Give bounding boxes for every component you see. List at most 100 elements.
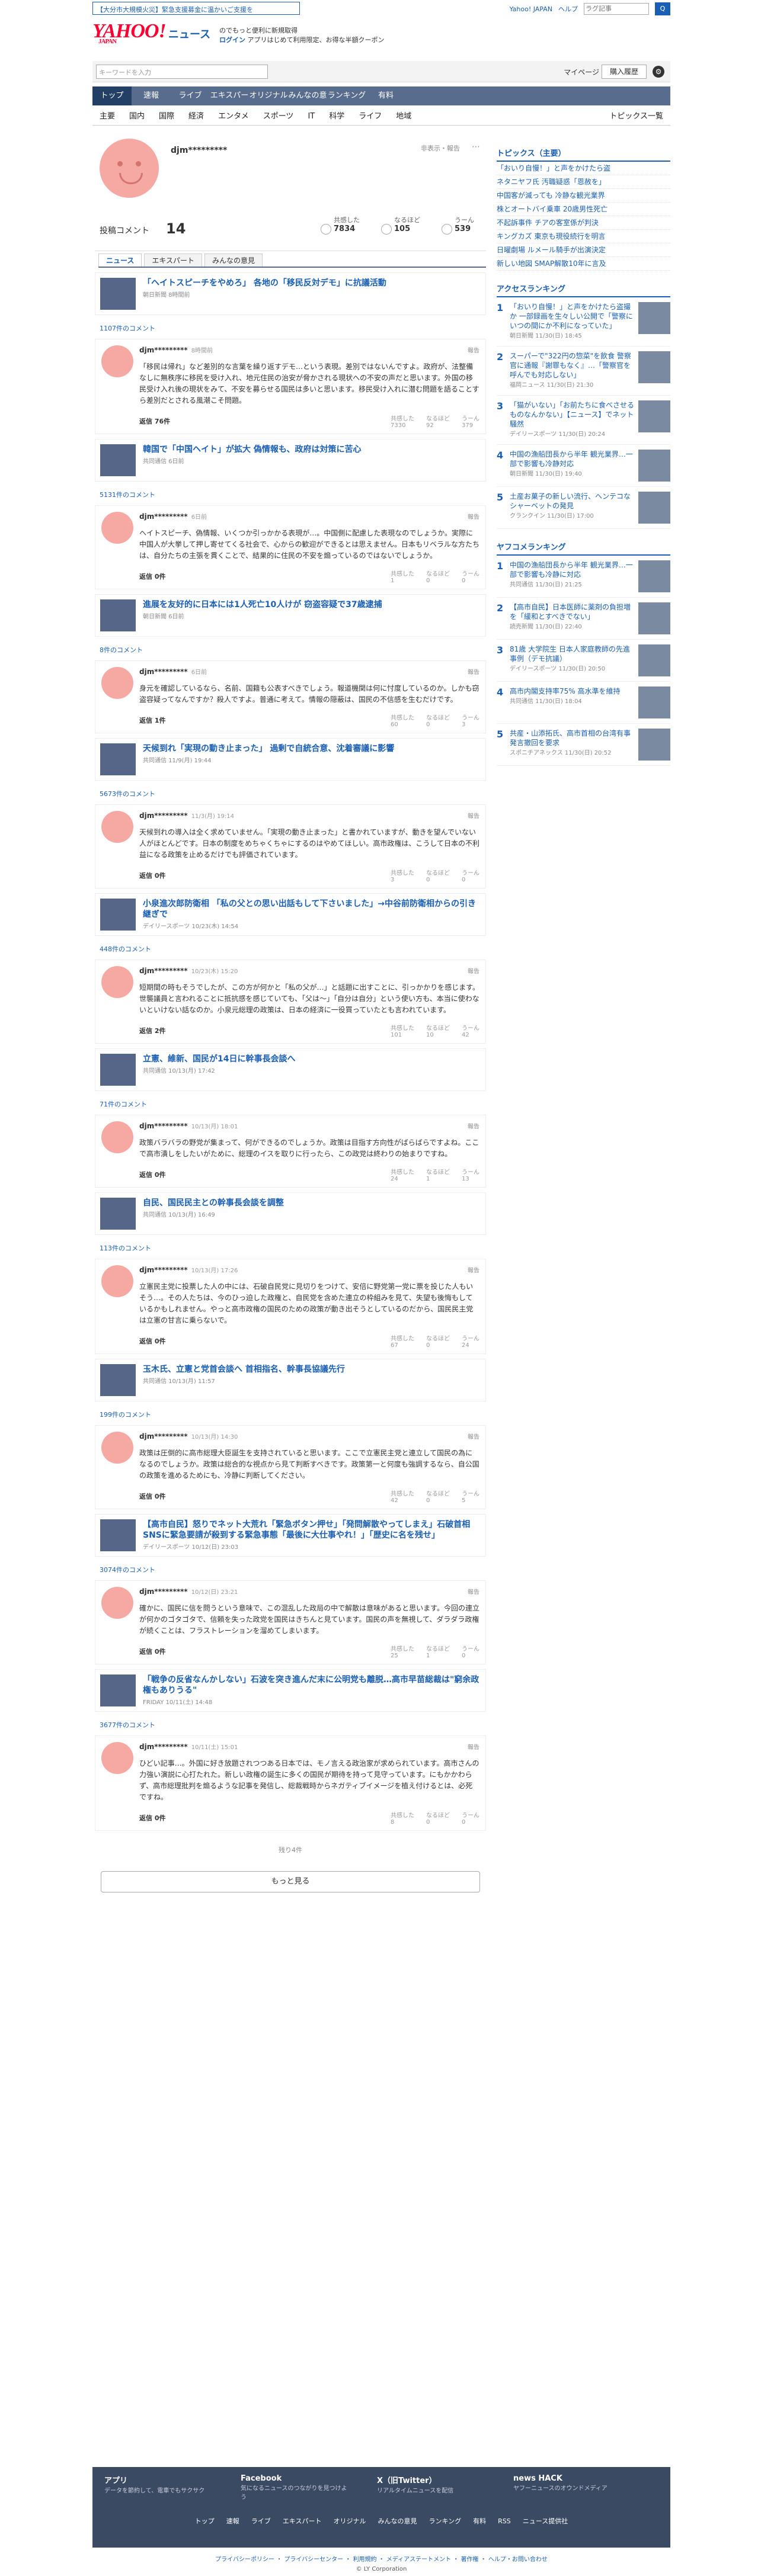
rank-headline[interactable]: 高市内閣支持率75% 高水準を維持 (510, 687, 621, 695)
report-link[interactable]: 報告 (468, 1587, 479, 1596)
topic-item[interactable]: 「おいり自慢！」と声をかけたら盗 (497, 162, 670, 175)
gnav-tab[interactable]: 有料 (366, 86, 405, 105)
gnav-tab[interactable]: ライブ (171, 86, 210, 105)
footer-link[interactable]: ライブ (251, 2517, 271, 2525)
article-thumbnail[interactable] (100, 444, 136, 476)
reply-button[interactable]: 返信 0件 (139, 871, 165, 880)
footer-facebook[interactable]: Facebook 気になるニュースのつながりを見つけよう (241, 2474, 347, 2501)
more-icon[interactable]: ⋯ (472, 142, 480, 152)
hmm-button[interactable]: うーん 0 (462, 1644, 479, 1659)
rank-title[interactable]: スーパーで"322円の惣菜"を飲食 警察官に通報『謝罪もなく』…「警察官を呼んで… (510, 351, 635, 390)
login-link[interactable]: ログイン (219, 36, 245, 44)
article-card[interactable]: 【高市自民】怒りでネット大荒れ「緊急ボタン押せ」「発問解散やってしまえ」石破首相… (95, 1514, 486, 1557)
comment-count-link[interactable]: 5673件のコメント (95, 785, 486, 802)
article-card[interactable]: 韓国で「中国ヘイト」が拡大 偽情報も、政府は対策に苦心 共同通信 6日前 (95, 439, 486, 482)
subnav-item[interactable]: IT (300, 108, 322, 125)
hmm-button[interactable]: うーん 0 (462, 569, 479, 584)
rank-thumbnail[interactable] (638, 492, 670, 524)
topic-item[interactable]: 中国客が減っても 冷静な観光業界 (497, 189, 670, 203)
comment-count-link[interactable]: 113件のコメント (95, 1240, 486, 1256)
empathy-button[interactable]: 共感した 7330 (391, 413, 414, 429)
reply-button[interactable]: 返信 0件 (139, 1336, 165, 1346)
rank-headline[interactable]: 【高市自民】日本医師に薬剤の負担増を「緩和とすべきでない」 (510, 603, 631, 621)
empathy-button[interactable]: 共感した 25 (391, 1644, 414, 1659)
topic-item[interactable]: 不起訴事件 チアの客室係が判決 (497, 216, 670, 230)
rank-headline[interactable]: 中国の漁船団長から半年 観光業界…一部で影響も冷静に対応 (510, 561, 633, 579)
news-title[interactable]: ニュース (168, 26, 210, 41)
site-search-input[interactable] (584, 3, 649, 15)
article-card[interactable]: 天候到れ「実現の動き止まった」 過剰で自統合意、沈着審議に影響 共同通信 11/9… (95, 738, 486, 781)
article-card[interactable]: 「戦争の反省なんかしない」石波を突き進んだ末に公明党も離脱…高市早苗総裁は"窮余… (95, 1669, 486, 1712)
gnav-tab[interactable]: みんなの意見 (288, 86, 327, 119)
purchase-history-button[interactable]: 購入履歴 (602, 65, 647, 79)
article-thumbnail[interactable] (100, 1198, 136, 1230)
rank-thumbnail[interactable] (638, 560, 670, 592)
article-card[interactable]: 立憲、維新、国民が14日に幹事長会談へ 共同通信 10/13(月) 17:42 (95, 1048, 486, 1091)
empathy-button[interactable]: 共感した 3 (391, 868, 414, 883)
naruhodo-button[interactable]: なるほど 1 (426, 1167, 450, 1182)
topic-title[interactable]: キングカズ 東京も現役続行を明言 (497, 230, 605, 243)
rank-thumbnail[interactable] (638, 450, 670, 482)
subnav-item[interactable]: 地域 (389, 108, 418, 125)
rank-title[interactable]: 中国の漁船団長から半年 観光業界…一部で影響も冷静対応 朝日新聞 11/30(日)… (510, 450, 635, 482)
rank-thumbnail[interactable] (638, 602, 670, 634)
rank-thumbnail[interactable] (638, 351, 670, 383)
article-title[interactable]: 進展を友好的に日本には1人死亡10人けが 窃盗容疑で37歳逮捕 (143, 599, 481, 610)
naruhodo-button[interactable]: なるほど 1 (426, 1644, 450, 1659)
topic-title[interactable]: 不起訴事件 チアの客室係が判決 (497, 216, 599, 229)
reply-button[interactable]: 返信 0件 (139, 1170, 165, 1179)
article-thumbnail[interactable] (100, 278, 136, 310)
ranking-item[interactable]: 2 スーパーで"322円の惣菜"を飲食 警察官に通報『謝罪もなく』…「警察官を呼ん… (497, 347, 670, 396)
show-more-button[interactable]: もっと見る (101, 1871, 480, 1892)
ranking-item[interactable]: 1 「おいり自慢！」と声をかけたら盗撮か 一部録画を生々しい公開で「警察にいつの間… (497, 297, 670, 347)
reply-button[interactable]: 返信 0件 (139, 1491, 165, 1501)
hmm-button[interactable]: うーん 379 (462, 413, 479, 429)
gnav-tab[interactable]: トップ (92, 86, 132, 105)
report-link[interactable]: 報告 (468, 512, 479, 521)
topic-item[interactable]: 日曜劇場 ルメール騎手が出演決定 (497, 243, 670, 257)
subnav-item[interactable]: 経済 (181, 108, 211, 125)
profile-tab[interactable]: エキスパート (144, 254, 203, 267)
gnav-tab[interactable]: ランキング (327, 86, 366, 105)
rank-title[interactable]: 81歳 大学院生 日本人家庭教師の先進事例（デモ抗議） デイリースポーツ 11/3… (510, 644, 635, 676)
help-link[interactable]: ヘルプ (558, 4, 578, 14)
rank-title[interactable]: 「おいり自慢！」と声をかけたら盗撮か 一部録画を生々しい公開で「警察にいつの間に… (510, 302, 635, 341)
footer-link[interactable]: 有料 (473, 2517, 486, 2525)
rank-title[interactable]: 土産お菓子の新しい流行、ヘンテコなシャーベットの発見 クランクイン 11/30(日… (510, 492, 635, 524)
hmm-button[interactable]: うーん 24 (462, 1333, 479, 1349)
rank-headline[interactable]: スーパーで"322円の惣菜"を飲食 警察官に通報『謝罪もなく』…「警察官を呼んで… (510, 352, 631, 379)
hmm-button[interactable]: うーん 3 (462, 713, 479, 728)
footer-newshack[interactable]: news HACK ヤフーニュースのオウンドメディア (513, 2474, 620, 2501)
report-link[interactable]: 報告 (468, 1742, 479, 1751)
hmm-button[interactable]: うーん 5 (462, 1489, 479, 1504)
empathy-button[interactable]: 共感した 1 (391, 569, 414, 584)
hmm-button[interactable]: うーん 0 (462, 1810, 479, 1826)
reply-button[interactable]: 返信 2件 (139, 1026, 165, 1035)
article-card[interactable]: 玉木氏、立憲と党首会談へ 首相指名、幹事長協議先行 共同通信 10/13(月) 1… (95, 1359, 486, 1401)
legal-links[interactable]: プライバシーポリシー ・ プライバシーセンター ・ 利用規約 ・ メディアステー… (92, 2554, 670, 2563)
topic-title[interactable]: ネタニヤフ氏 汚職疑惑「恩赦を」 (497, 175, 606, 188)
rank-thumbnail[interactable] (638, 686, 670, 718)
article-card[interactable]: 「ヘイトスピーチをやめろ」 各地の「移民反対デモ」に抗議活動 朝日新聞 8時間前 (95, 272, 486, 315)
naruhodo-button[interactable]: なるほど 10 (426, 1023, 450, 1038)
report-link[interactable]: 報告 (468, 1432, 479, 1441)
topic-item[interactable]: 株とオートバイ乗車 20歳男性死亡 (497, 203, 670, 216)
topic-title[interactable]: 新しい地図 SMAP解散10年に言及 (497, 257, 606, 270)
naruhodo-button[interactable]: なるほど 0 (426, 868, 450, 883)
subnav-item[interactable]: ライフ (351, 108, 389, 125)
report-link[interactable]: 報告 (468, 966, 479, 975)
gnav-tab[interactable]: エキスパート (210, 86, 249, 119)
ranking-item[interactable]: 5 共産・山添拓氏、高市首相の台湾有事発言撤回を要求 スポニチアネックス 11/30… (497, 724, 670, 766)
subnav-item[interactable]: 国際 (152, 108, 181, 125)
comment-count-link[interactable]: 71件のコメント (95, 1096, 486, 1112)
subnav-item[interactable]: 国内 (122, 108, 152, 125)
profile-tab[interactable]: ニュース (98, 254, 142, 267)
subnav-item[interactable]: スポーツ (256, 108, 301, 125)
hmm-button[interactable]: うーん 0 (462, 868, 479, 883)
naruhodo-button[interactable]: なるほど 0 (426, 569, 450, 584)
rank-headline[interactable]: 「おいり自慢！」と声をかけたら盗撮か 一部録画を生々しい公開で「警察にいつの間に… (510, 303, 633, 330)
subnav-item[interactable]: 主要 (92, 108, 122, 125)
gear-icon[interactable]: ⚙ (653, 66, 664, 78)
topic-item[interactable]: ネタニヤフ氏 汚職疑惑「恩赦を」 (497, 175, 670, 189)
reply-button[interactable]: 返信 0件 (139, 1647, 165, 1656)
